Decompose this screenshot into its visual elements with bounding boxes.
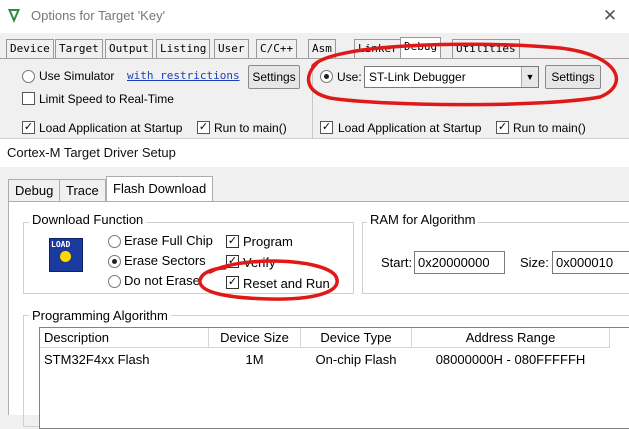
ram-size-input[interactable]: 0x000010 xyxy=(552,251,629,274)
col-description[interactable]: Description xyxy=(40,328,209,348)
use-label: Use: xyxy=(337,70,362,84)
dbg-run-to-main-label: Run to main() xyxy=(513,121,586,135)
programming-algorithm-title: Programming Algorithm xyxy=(29,308,171,323)
simulator-settings-button[interactable]: Settings xyxy=(248,65,300,89)
use-simulator-radio[interactable] xyxy=(22,70,35,83)
sim-load-app-label: Load Application at Startup xyxy=(39,121,183,135)
dbg-run-to-main-checkbox[interactable]: ✓ xyxy=(496,121,509,134)
row-address-range: 08000000H - 080FFFFFH xyxy=(435,351,586,367)
tab-linker[interactable]: Linker xyxy=(354,39,402,58)
verify-checkbox[interactable]: ✓ xyxy=(226,255,239,268)
col-device-size[interactable]: Device Size xyxy=(208,328,301,348)
load-icon: LOAD xyxy=(49,238,83,272)
table-row[interactable]: STM32F4xx Flash 1M On-chip Flash 0800000… xyxy=(40,348,610,371)
limit-speed-checkbox[interactable] xyxy=(22,92,35,105)
erase-sectors-radio[interactable] xyxy=(108,255,121,268)
tab-debug[interactable]: Debug xyxy=(400,37,442,59)
col-address-range[interactable]: Address Range xyxy=(411,328,610,348)
program-label: Program xyxy=(243,234,293,249)
ram-title: RAM for Algorithm xyxy=(367,212,479,227)
keil-logo-icon xyxy=(8,9,20,23)
tab-utilities[interactable]: Utilities xyxy=(452,39,520,58)
use-simulator-label: Use Simulator xyxy=(39,69,115,83)
tab-device[interactable]: Device xyxy=(6,39,54,58)
limit-speed-label: Limit Speed to Real-Time xyxy=(39,92,174,106)
close-icon[interactable]: ✕ xyxy=(598,5,622,27)
use-debugger-radio[interactable] xyxy=(320,70,333,83)
debugger-select[interactable]: ST-Link Debugger ▼ xyxy=(364,66,539,88)
col-device-type[interactable]: Device Type xyxy=(300,328,412,348)
row-device-size: 1M xyxy=(245,351,264,367)
driver-window-title: Cortex-M Target Driver Setup xyxy=(7,145,176,160)
reset-and-run-checkbox[interactable]: ✓ xyxy=(226,276,239,289)
do-not-erase-radio[interactable] xyxy=(108,275,121,288)
row-description: STM32F4xx Flash xyxy=(44,351,150,367)
ram-start-input[interactable]: 0x20000000 xyxy=(414,251,505,274)
tab-driver-trace[interactable]: Trace xyxy=(59,179,106,201)
debug-tab-panel: Use Simulator with restrictions Settings… xyxy=(0,58,629,138)
dbg-load-app-checkbox[interactable]: ✓ xyxy=(320,121,333,134)
download-function-title: Download Function xyxy=(29,212,147,227)
sim-load-app-checkbox[interactable]: ✓ xyxy=(22,121,35,134)
tab-c-cpp[interactable]: C/C++ xyxy=(256,39,298,58)
restrictions-link[interactable]: with restrictions xyxy=(127,69,240,82)
sim-run-to-main-label: Run to main() xyxy=(214,121,287,135)
tab-target[interactable]: Target xyxy=(55,39,103,58)
tab-flash-download[interactable]: Flash Download xyxy=(106,176,214,201)
reset-and-run-label: Reset and Run xyxy=(243,276,330,291)
do-not-erase-label: Do not Erase xyxy=(124,273,200,288)
driver-setup-window: Cortex-M Target Driver Setup Debug Trace… xyxy=(0,138,629,429)
ram-size-label: Size: xyxy=(520,255,549,270)
erase-full-chip-label: Erase Full Chip xyxy=(124,233,213,248)
debugger-select-value: ST-Link Debugger xyxy=(369,70,466,84)
chevron-down-icon[interactable]: ▼ xyxy=(521,67,538,87)
debugger-settings-button[interactable]: Settings xyxy=(545,65,601,89)
algorithm-table-frame: Description Device Size Device Type Addr… xyxy=(39,327,629,429)
erase-sectors-label: Erase Sectors xyxy=(124,253,206,268)
flash-download-panel: Download Function LOAD Erase Full Chip E… xyxy=(8,201,629,429)
tab-user[interactable]: User xyxy=(214,39,249,58)
algorithm-table: Description Device Size Device Type Addr… xyxy=(40,328,610,370)
tab-driver-debug[interactable]: Debug xyxy=(8,179,61,201)
driver-title-bar: Cortex-M Target Driver Setup xyxy=(0,139,629,167)
tab-output[interactable]: Output xyxy=(105,39,153,58)
verify-label: Verify xyxy=(243,255,276,270)
dbg-load-app-label: Load Application at Startup xyxy=(338,121,482,135)
options-window: Options for Target 'Key' ✕ Device Target… xyxy=(0,0,629,138)
tab-listing[interactable]: Listing xyxy=(156,39,211,58)
sim-run-to-main-checkbox[interactable]: ✓ xyxy=(197,121,210,134)
program-checkbox[interactable]: ✓ xyxy=(226,235,239,248)
options-title-bar: Options for Target 'Key' ✕ xyxy=(0,0,629,33)
options-window-title: Options for Target 'Key' xyxy=(31,8,166,23)
row-device-type: On-chip Flash xyxy=(315,351,397,367)
tab-asm[interactable]: Asm xyxy=(308,39,336,58)
ram-start-label: Start: xyxy=(381,255,413,270)
erase-full-chip-radio[interactable] xyxy=(108,235,121,248)
